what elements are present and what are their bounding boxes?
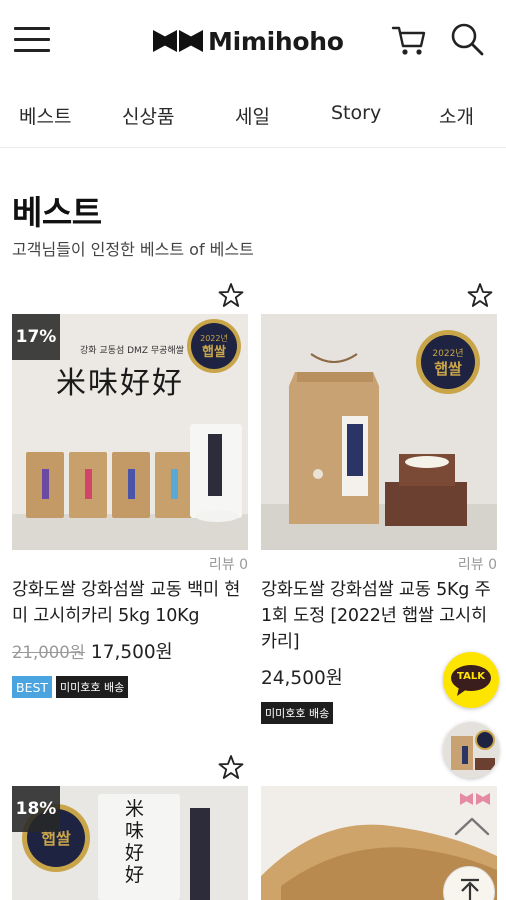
category-nav: 베스트 신상품 세일 Story 소개	[0, 82, 506, 148]
app-header: Mimihoho	[0, 0, 506, 82]
svg-text:2022년: 2022년	[432, 348, 463, 359]
mimihoho-watermark-icon	[460, 793, 490, 805]
discount-badge: 17%	[12, 314, 60, 360]
product-image[interactable]: 2022년 햅쌀 강화 교동섬 DMZ 무공해쌀 米味好好 17%	[12, 314, 248, 550]
product-image[interactable]: 햅쌀 米味好好 18%	[12, 786, 248, 900]
wishlist-star-icon[interactable]	[467, 282, 493, 308]
sale-price: 24,500원	[261, 668, 343, 689]
search-icon[interactable]	[448, 20, 486, 58]
product-image[interactable]: 2022년 햅쌀	[261, 314, 497, 550]
review-count[interactable]: 리뷰 0	[209, 554, 248, 574]
product-image-tagline: 강화 교동섬 DMZ 무공해쌀	[80, 346, 184, 356]
rice-bag-photo: 2022년 햅쌀	[261, 314, 497, 550]
section-subtitle: 고객님들이 인정한 베스트 of 베스트	[12, 240, 254, 259]
hamburger-menu-icon[interactable]	[14, 26, 50, 54]
shipping-badge: 미미호호 배송	[56, 676, 129, 698]
svg-text:햅쌀: 햅쌀	[434, 360, 462, 378]
tab-new-products[interactable]: 신상품	[122, 102, 174, 129]
original-price: 21,000원	[12, 643, 85, 662]
product-image-calligraphy: 米味好好	[56, 366, 184, 401]
product-name[interactable]: 강화도쌀 강화섬쌀 교동 백미 현미 고시히카리 5kg 10Kg	[12, 577, 248, 629]
svg-text:햅쌀: 햅쌀	[202, 344, 226, 360]
top-button-icon[interactable]	[443, 866, 495, 900]
svg-text:2022년: 2022년	[200, 333, 228, 343]
best-badge: BEST	[12, 676, 53, 698]
tab-sale[interactable]: 세일	[235, 102, 270, 129]
discount-badge: 18%	[12, 786, 60, 832]
product-card: 2022년 햅쌀 강화 교동섬 DMZ 무공해쌀 米味好好 17% 리뷰 0 강…	[12, 282, 248, 722]
kakao-talk-button[interactable]: TALK	[443, 652, 499, 708]
price-row: 21,000원 17,500원	[12, 638, 173, 664]
tab-best[interactable]: 베스트	[19, 102, 71, 129]
brand-logo[interactable]: Mimihoho	[153, 24, 344, 58]
product-card: 햅쌀 米味好好 18%	[12, 754, 248, 900]
sale-price: 17,500원	[90, 642, 173, 663]
tab-about[interactable]: 소개	[439, 102, 474, 129]
tab-story[interactable]: Story	[331, 102, 381, 124]
scroll-up-arrow-icon[interactable]	[453, 814, 491, 838]
section-title: 베스트	[12, 193, 102, 232]
product-name[interactable]: 강화도쌀 강화섬쌀 교동 5Kg 주1회 도정 [2022년 햅쌀 고시히카리]	[261, 577, 497, 655]
mimihoho-logo-icon	[153, 30, 203, 52]
kakao-talk-label: TALK	[457, 671, 485, 682]
recent-view-thumbnail[interactable]	[443, 722, 499, 778]
wishlist-star-icon[interactable]	[218, 754, 244, 780]
cart-icon[interactable]	[390, 20, 428, 58]
product-image-calligraphy: 米味好好	[125, 798, 145, 886]
brand-name: Mimihoho	[208, 26, 344, 56]
shipping-badge: 미미호호 배송	[261, 702, 334, 724]
badge-row: BEST 미미호호 배송	[12, 676, 129, 698]
badge-row: 미미호호 배송	[261, 702, 334, 724]
review-count[interactable]: 리뷰 0	[458, 554, 497, 574]
price-row: 24,500원	[261, 664, 343, 690]
wishlist-star-icon[interactable]	[218, 282, 244, 308]
